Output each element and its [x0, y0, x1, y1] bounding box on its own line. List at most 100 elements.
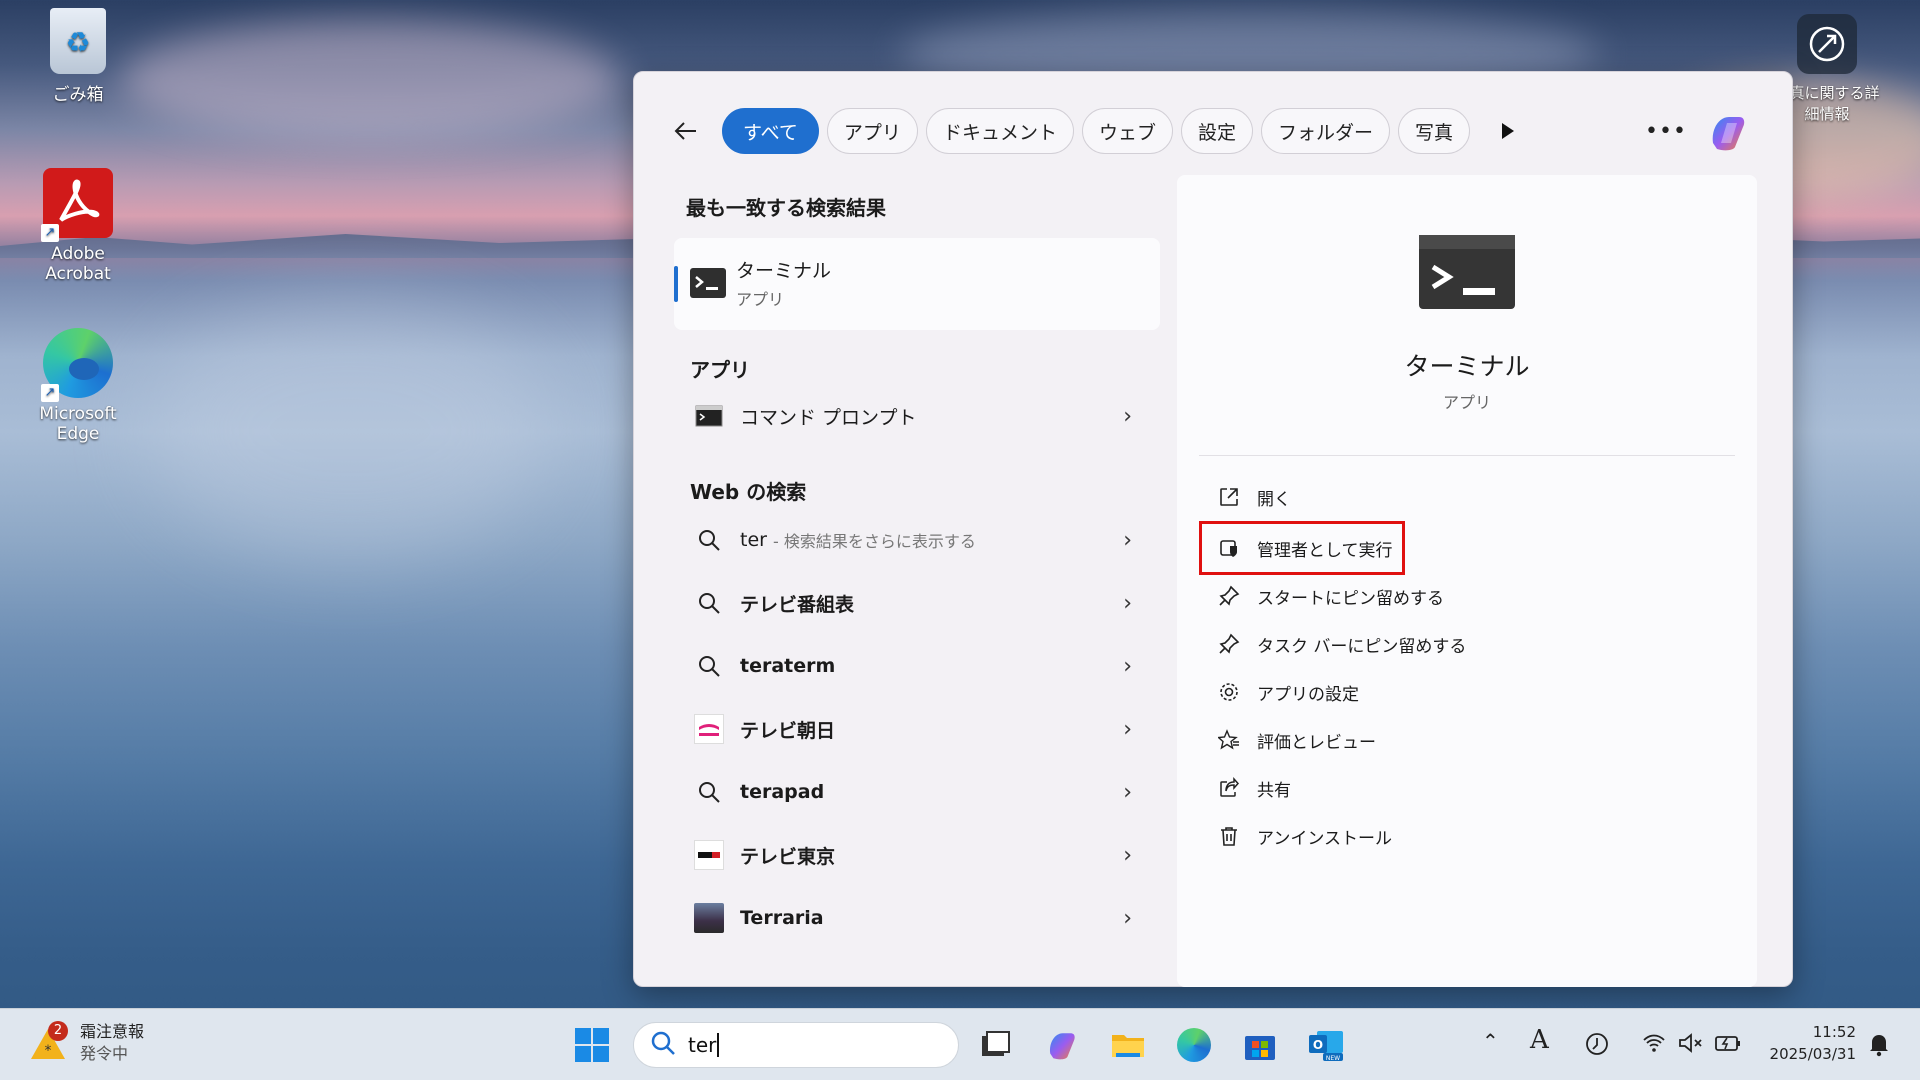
web-result-tv-tokyo[interactable]: テレビ東京 ›	[674, 827, 1160, 883]
clock-date: 2025/03/31	[1769, 1045, 1856, 1063]
search-icon	[694, 651, 724, 681]
network-button[interactable]	[1642, 1033, 1666, 1058]
edge-icon: ↗	[41, 328, 113, 402]
system-clock[interactable]: 11:52 2025/03/31	[1770, 1021, 1856, 1065]
chevron-right-icon: ›	[1123, 590, 1132, 616]
action-uninstall[interactable]: アンインストール	[1215, 816, 1392, 856]
start-button[interactable]	[572, 1025, 612, 1065]
task-view-button[interactable]	[975, 1025, 1015, 1065]
search-icon	[694, 525, 724, 555]
filter-settings[interactable]: 設定	[1180, 108, 1253, 154]
more-options-button[interactable]: •••	[1644, 106, 1688, 156]
web-result-subtext: - 検索結果をさらに表示する	[772, 532, 976, 551]
action-pin-to-start[interactable]: スタートにピン留めする	[1215, 576, 1444, 616]
web-result-ter[interactable]: ter - 検索結果をさらに表示する ›	[674, 512, 1160, 568]
best-match-name: ターミナル	[736, 260, 832, 282]
copilot-icon	[1712, 117, 1745, 151]
search-icon	[694, 588, 724, 618]
details-app-type: アプリ	[1442, 393, 1491, 412]
web-result-terapad[interactable]: terapad ›	[674, 764, 1160, 820]
chevron-right-icon: ›	[1123, 716, 1132, 742]
show-hidden-icons-button[interactable]: ⌃	[1482, 1029, 1499, 1053]
action-label: 共有	[1257, 780, 1291, 801]
ime-mode-indicator[interactable]: A	[1530, 1025, 1549, 1055]
clock-icon	[1586, 1033, 1608, 1055]
edge-icon	[1177, 1028, 1211, 1062]
more-filters-button[interactable]	[1488, 109, 1528, 153]
web-result-tv-guide[interactable]: テレビ番組表 ›	[674, 575, 1160, 631]
filter-web[interactable]: ウェブ	[1081, 108, 1173, 154]
filter-documents[interactable]: ドキュメント	[925, 108, 1074, 154]
search-panel: すべて アプリ ドキュメント ウェブ 設定 フォルダー 写真 ••• 最も一致す…	[633, 71, 1793, 987]
svg-text:*: *	[45, 1043, 52, 1059]
action-app-settings[interactable]: アプリの設定	[1215, 672, 1359, 712]
filter-apps[interactable]: アプリ	[826, 108, 918, 154]
edge-taskbar-button[interactable]	[1174, 1025, 1214, 1065]
terminal-icon	[690, 268, 726, 298]
taskbar-search-box[interactable]: ter	[633, 1022, 959, 1068]
action-open[interactable]: 開く	[1215, 477, 1291, 517]
web-result-label: ter	[740, 529, 767, 551]
search-icon	[694, 777, 724, 807]
action-label: アプリの設定	[1257, 684, 1359, 705]
web-result-label: Terraria	[740, 907, 824, 929]
desktop-icon-label: ごみ箱	[52, 85, 104, 105]
play-icon	[1502, 123, 1515, 139]
filter-bar: すべて アプリ ドキュメント ウェブ 設定 フォルダー 写真	[664, 106, 1528, 156]
filter-all[interactable]: すべて	[722, 108, 819, 154]
shortcut-arrow-icon: ↗	[41, 384, 59, 402]
web-result-tv-asahi[interactable]: テレビ朝日 ›	[674, 701, 1160, 757]
desktop-icon-adobe-acrobat[interactable]: ↗ Adobe Acrobat	[18, 168, 138, 284]
desktop-icon-recycle-bin[interactable]: ♻ ごみ箱	[18, 8, 138, 105]
chevron-right-icon: ›	[1123, 403, 1132, 429]
action-pin-to-taskbar[interactable]: タスク バーにピン留めする	[1215, 624, 1466, 664]
taskbar: * 2 霜注意報 発令中 ter O NEW ⌃ A 11:52 2025/03…	[0, 1008, 1920, 1080]
web-result-teraterm[interactable]: teraterm ›	[674, 638, 1160, 694]
warning-icon: * 2	[28, 1021, 68, 1063]
microsoft-store-button[interactable]	[1240, 1025, 1280, 1065]
chevron-up-icon: ⌃	[1482, 1029, 1499, 1053]
copilot-taskbar-button[interactable]	[1042, 1025, 1082, 1065]
svg-text:NEW: NEW	[1326, 1055, 1340, 1062]
gear-icon	[1215, 678, 1243, 706]
apps-section-heading: アプリ	[690, 358, 750, 382]
shortcut-arrow-icon: ↗	[41, 224, 59, 242]
chevron-right-icon: ›	[1123, 527, 1132, 553]
battery-button[interactable]	[1714, 1033, 1742, 1058]
filter-photos[interactable]: 写真	[1398, 108, 1471, 154]
web-result-label: テレビ東京	[740, 845, 836, 868]
action-share[interactable]: 共有	[1215, 768, 1291, 808]
clock-app-icon[interactable]	[1584, 1031, 1610, 1062]
action-rate-review[interactable]: 評価とレビュー	[1215, 720, 1376, 760]
camera-info-icon	[1797, 14, 1857, 74]
web-result-terraria[interactable]: Terraria ›	[674, 890, 1160, 946]
web-result-label: テレビ朝日	[740, 719, 836, 742]
back-button[interactable]	[664, 109, 708, 153]
svg-text:O: O	[1313, 1038, 1323, 1052]
open-external-icon	[1215, 483, 1243, 511]
best-match-heading: 最も一致する検索結果	[686, 196, 886, 220]
desktop-icon-microsoft-edge[interactable]: ↗ Microsoft Edge	[18, 328, 138, 444]
acrobat-icon: ↗	[41, 168, 113, 242]
folder-icon	[1112, 1035, 1144, 1057]
clock-time: 11:52	[1812, 1023, 1856, 1041]
svg-text:♻: ♻	[65, 26, 90, 59]
weather-text: 霜注意報 発令中	[80, 1021, 144, 1065]
file-explorer-button[interactable]	[1108, 1025, 1148, 1065]
action-label: スタートにピン留めする	[1257, 588, 1444, 609]
weather-line1: 霜注意報	[80, 1022, 145, 1041]
outlook-new-button[interactable]: O NEW	[1306, 1025, 1346, 1065]
weather-widget[interactable]: * 2 霜注意報 発令中	[28, 1021, 144, 1065]
tv-asahi-logo	[694, 714, 724, 744]
app-result-command-prompt[interactable]: コマンド プロンプト ›	[674, 388, 1160, 444]
star-icon	[1215, 726, 1243, 754]
recycle-bin-icon: ♻	[50, 8, 106, 74]
copilot-button[interactable]	[1704, 108, 1752, 156]
filter-folders[interactable]: フォルダー	[1260, 108, 1390, 154]
wifi-icon	[1643, 1034, 1665, 1052]
notification-center-button[interactable]	[1868, 1031, 1890, 1062]
volume-button[interactable]	[1678, 1033, 1704, 1058]
share-icon	[1215, 774, 1243, 802]
chevron-right-icon: ›	[1123, 842, 1132, 868]
best-match-result[interactable]: ターミナル アプリ	[674, 238, 1160, 330]
